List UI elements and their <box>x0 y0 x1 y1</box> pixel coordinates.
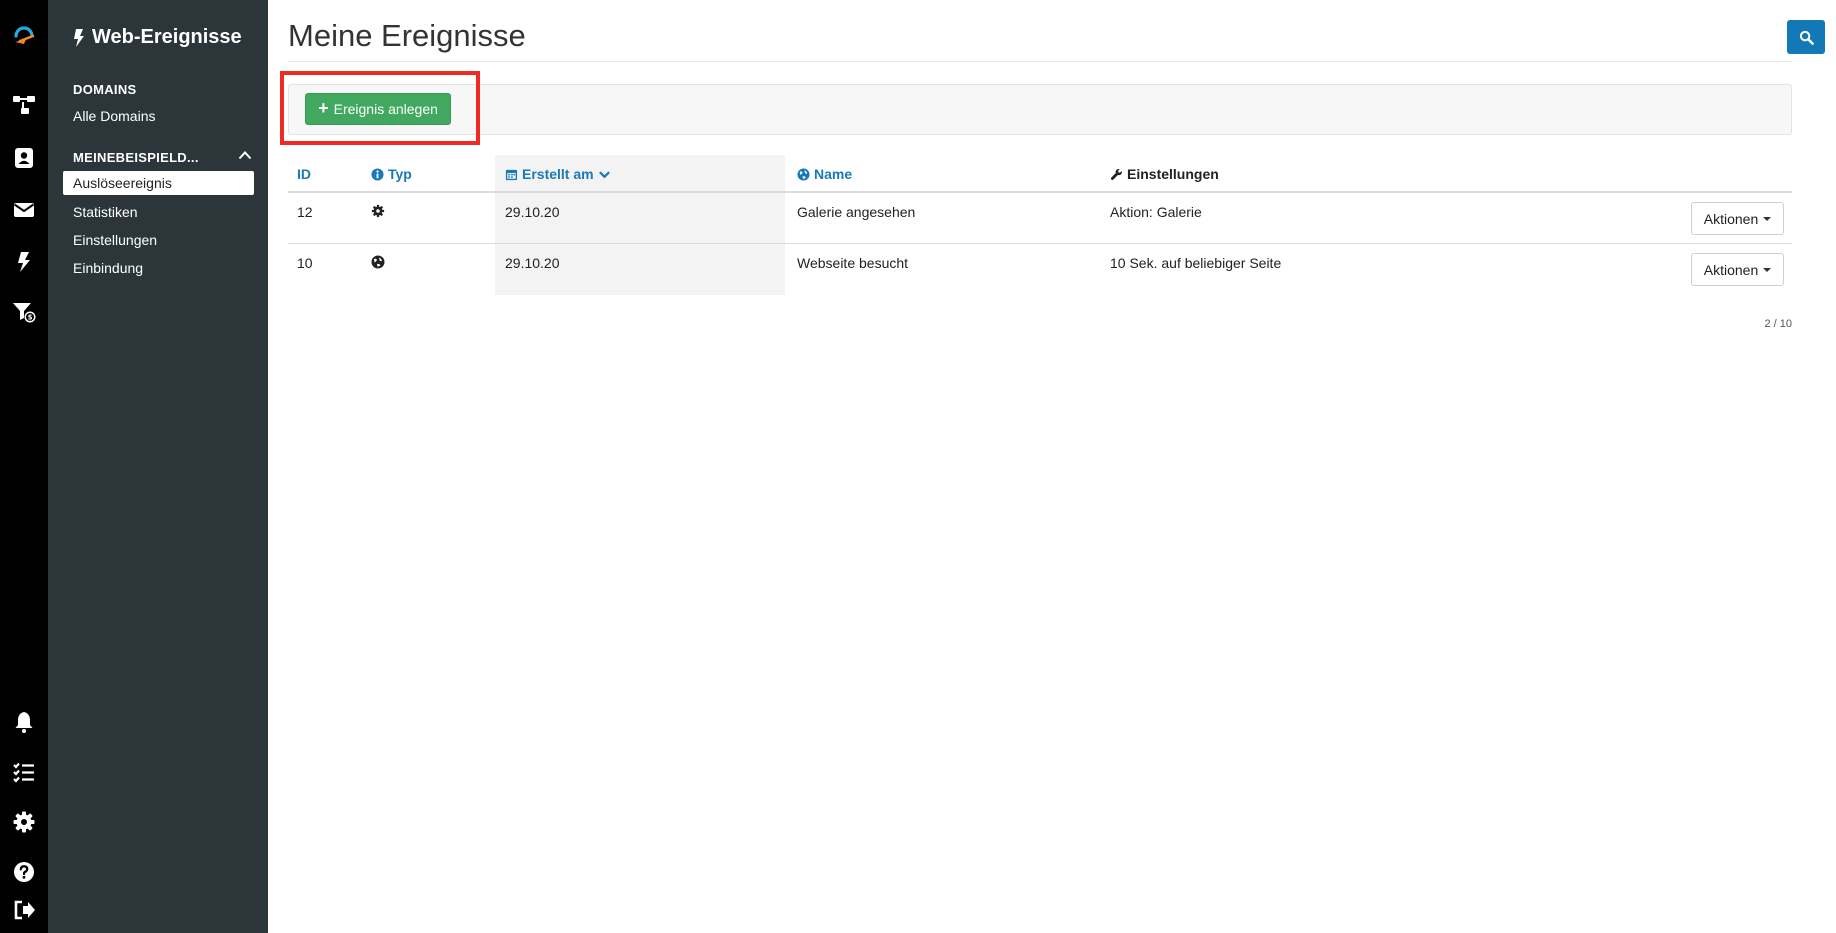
col-header-created[interactable]: Erstellt am <box>505 166 611 182</box>
sidebar-item-einbindung[interactable]: Einbindung <box>73 260 143 276</box>
mail-icon[interactable] <box>12 198 36 222</box>
funnel-money-icon[interactable]: $ <box>12 300 36 324</box>
logo-icon[interactable] <box>12 22 36 46</box>
add-event-button[interactable]: + Ereignis anlegen <box>305 93 451 125</box>
sidebar-item-all-domains[interactable]: Alle Domains <box>73 108 155 124</box>
toolbar <box>288 84 1792 135</box>
title-divider <box>288 61 1792 62</box>
globe-icon <box>371 255 385 269</box>
page-title: Meine Ereignisse <box>288 18 526 53</box>
logout-icon[interactable] <box>12 898 36 922</box>
col-header-id[interactable]: ID <box>297 166 311 182</box>
caret-down-icon <box>1763 216 1772 221</box>
workflow-icon[interactable] <box>12 93 36 117</box>
calendar-icon <box>505 169 518 180</box>
caret-down-icon <box>1763 267 1772 272</box>
contacts-icon[interactable] <box>12 146 36 170</box>
info-icon <box>371 167 384 181</box>
section-domains: DOMAINS <box>73 82 137 97</box>
cell-name: Galerie angesehen <box>797 204 916 220</box>
table-row-divider <box>288 243 1792 244</box>
icon-rail: $ <box>0 0 48 933</box>
col-header-settings: Einstellungen <box>1110 166 1219 182</box>
section-domain: MEINEBEISPIELD... <box>73 150 199 165</box>
chevron-down-icon <box>598 170 610 178</box>
cell-settings: Aktion: Galerie <box>1110 204 1202 220</box>
cell-name: Webseite besucht <box>797 255 909 271</box>
plus-icon: + <box>318 98 329 118</box>
bolt-icon[interactable] <box>12 250 36 274</box>
sidebar-item-statistiken[interactable]: Statistiken <box>73 204 138 220</box>
search-button[interactable] <box>1787 20 1825 54</box>
sidebar-title-text: Web-Ereignisse <box>92 26 242 48</box>
gear-icon[interactable] <box>12 810 36 834</box>
svg-text:$: $ <box>28 314 33 322</box>
sidebar-title: Web-Ereignisse <box>72 26 242 49</box>
sidebar-item-label: Auslöseereignis <box>73 175 172 191</box>
checklist-icon[interactable] <box>12 760 36 784</box>
chevron-up-icon[interactable] <box>238 150 252 160</box>
cell-id: 10 <box>297 255 313 271</box>
add-event-label: Ereignis anlegen <box>333 101 438 117</box>
sidebar: Web-Ereignisse DOMAINS Alle Domains MEIN… <box>48 0 268 933</box>
cell-created: 29.10.20 <box>505 204 560 220</box>
globe-icon <box>797 167 810 181</box>
search-icon <box>1799 30 1814 45</box>
actions-button[interactable]: Aktionen <box>1691 253 1784 286</box>
bolt-icon <box>74 28 84 47</box>
bell-icon[interactable] <box>12 710 36 734</box>
sidebar-item-einstellungen[interactable]: Einstellungen <box>73 232 157 248</box>
col-header-type[interactable]: Typ <box>371 166 412 182</box>
table-header-divider <box>288 191 1792 193</box>
wrench-icon <box>1110 168 1122 180</box>
cell-created: 29.10.20 <box>505 255 560 271</box>
sidebar-item-ausloeseereignis[interactable]: Auslöseereignis <box>63 171 254 195</box>
cell-settings: 10 Sek. auf beliebiger Seite <box>1110 255 1282 271</box>
col-header-name[interactable]: Name <box>797 166 852 182</box>
gear-icon <box>371 204 385 218</box>
actions-button[interactable]: Aktionen <box>1691 202 1784 235</box>
cell-id: 12 <box>297 204 313 220</box>
help-icon[interactable] <box>12 860 36 884</box>
pagination-count: 2 / 10 <box>1764 318 1792 330</box>
